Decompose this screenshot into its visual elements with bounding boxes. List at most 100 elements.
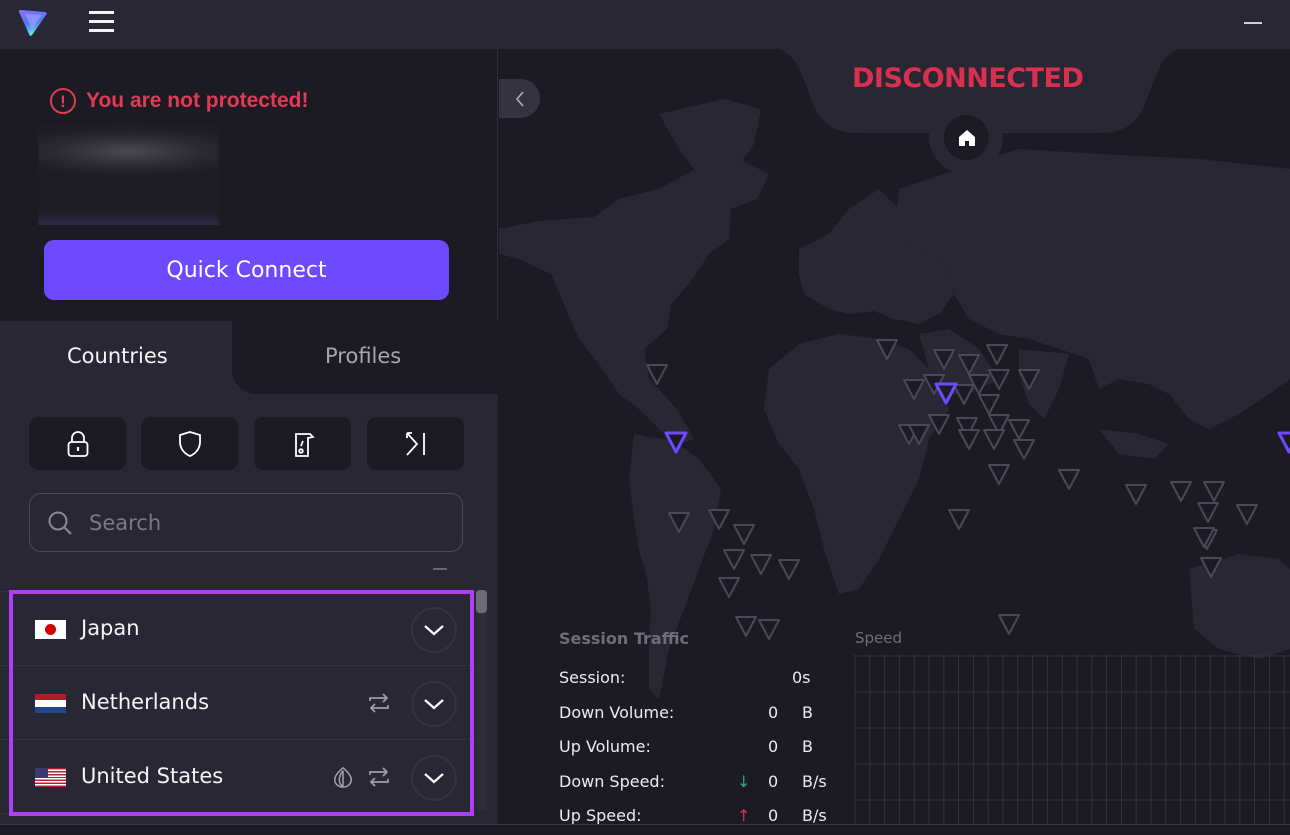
kill-switch-filter-button[interactable]: [254, 417, 351, 470]
tor-icon: [333, 766, 353, 788]
traffic-row-up-speed: Up Speed: ↑ 0 B/s: [559, 806, 839, 824]
server-marker[interactable]: [1058, 469, 1080, 490]
chevron-down-icon: [424, 625, 444, 636]
traffic-unit: B/s: [802, 772, 827, 791]
secure-core-filter-button[interactable]: [29, 417, 126, 470]
expand-button[interactable]: [411, 607, 457, 653]
server-marker-highlighted[interactable]: [1277, 431, 1290, 454]
traffic-label: Down Speed:: [559, 772, 665, 791]
country-row-netherlands[interactable]: Netherlands: [0, 666, 476, 740]
down-arrow-icon: ↓: [737, 772, 751, 791]
server-marker[interactable]: [758, 619, 780, 640]
server-marker[interactable]: [750, 554, 772, 575]
traffic-value: 0s: [792, 668, 811, 687]
minimize-icon: [1244, 22, 1262, 24]
expand-button[interactable]: [411, 681, 457, 727]
server-marker[interactable]: [733, 524, 755, 545]
flag-netherlands-icon: [35, 694, 66, 713]
up-arrow-icon: ↑: [737, 806, 751, 824]
server-marker[interactable]: [735, 616, 757, 637]
alert-text: You are not protected!: [86, 89, 309, 112]
port-forwarding-filter-button[interactable]: [367, 417, 464, 470]
chevron-down-icon: [424, 699, 444, 710]
server-marker[interactable]: [988, 464, 1010, 485]
traffic-row-down-volume: Down Volume: 0 B: [559, 703, 839, 725]
minimize-button[interactable]: [1242, 16, 1264, 30]
server-marker[interactable]: [718, 577, 740, 598]
traffic-label: Down Volume:: [559, 703, 675, 722]
country-row-united-states[interactable]: United States: [0, 740, 476, 814]
collapse-sidebar-button[interactable]: [499, 79, 540, 118]
chevron-left-icon: [515, 90, 524, 107]
country-name: United States: [81, 764, 224, 788]
search-box[interactable]: [29, 493, 463, 552]
server-marker[interactable]: [953, 384, 975, 405]
connection-status: DISCONNECTED: [852, 63, 1084, 94]
server-marker[interactable]: [998, 614, 1020, 635]
server-marker[interactable]: [983, 429, 1005, 450]
server-marker[interactable]: [1197, 502, 1219, 523]
country-row-japan[interactable]: Japan: [0, 592, 476, 666]
scrollbar-thumb[interactable]: [476, 590, 487, 613]
traffic-value: 0: [768, 806, 779, 824]
server-marker[interactable]: [1236, 504, 1258, 525]
traffic-value: 0: [768, 737, 779, 756]
server-marker[interactable]: [723, 549, 745, 570]
ip-address-blurred: [38, 123, 219, 225]
speed-graph: [854, 655, 1290, 824]
lock-icon: [67, 430, 88, 457]
chevron-down-icon: [424, 773, 444, 784]
session-traffic-title: Session Traffic: [559, 629, 690, 648]
traffic-label: Up Volume:: [559, 737, 651, 756]
server-marker[interactable]: [778, 559, 800, 580]
speed-graph-title: Speed: [855, 629, 903, 647]
country-name: Japan: [81, 616, 140, 640]
netshield-filter-button[interactable]: [141, 417, 238, 470]
quick-connect-button[interactable]: Quick Connect: [44, 240, 449, 300]
traffic-row-down-speed: Down Speed: ↓ 0 B/s: [559, 772, 839, 794]
traffic-label: Session:: [559, 668, 626, 687]
flag-united-states-icon: [35, 768, 66, 787]
tab-profiles[interactable]: Profiles: [325, 344, 401, 368]
server-marker[interactable]: [1125, 484, 1147, 505]
server-marker[interactable]: [978, 394, 1000, 415]
server-marker[interactable]: [1008, 419, 1030, 440]
traffic-value: 0: [768, 772, 779, 791]
proton-vpn-logo: [18, 10, 47, 36]
p2p-icon: [369, 767, 389, 787]
server-marker[interactable]: [1013, 439, 1035, 460]
server-marker[interactable]: [948, 509, 970, 530]
country-name: Netherlands: [81, 690, 210, 714]
traffic-label: Up Speed:: [559, 806, 642, 824]
not-protected-alert: ! You are not protected!: [50, 88, 308, 114]
list-scrollbar[interactable]: [476, 590, 487, 810]
home-icon: [958, 129, 975, 146]
country-list: Japan Netherlands United States: [0, 591, 476, 814]
menu-button[interactable]: [89, 11, 115, 33]
map-area: DISCONNECTED Session Traffic Session: 0s…: [499, 49, 1290, 824]
server-marker[interactable]: [986, 344, 1008, 365]
expand-button[interactable]: [411, 755, 457, 801]
server-marker[interactable]: [1203, 481, 1225, 502]
divider: [433, 568, 447, 570]
search-icon: [48, 511, 72, 535]
bottom-border: [0, 824, 1290, 835]
kill-switch-icon: [294, 432, 315, 457]
search-input[interactable]: [89, 510, 419, 535]
traffic-unit: B: [802, 737, 813, 756]
home-button[interactable]: [944, 115, 989, 160]
server-marker[interactable]: [958, 429, 980, 450]
exclamation-circle-icon: !: [50, 88, 76, 114]
title-bar: [0, 0, 1290, 49]
traffic-unit: B/s: [802, 806, 827, 824]
port-forwarding-icon: [405, 431, 425, 456]
p2p-icon: [369, 693, 389, 713]
traffic-row-up-volume: Up Volume: 0 B: [559, 737, 839, 759]
tab-countries[interactable]: Countries: [67, 344, 168, 368]
traffic-row-session: Session: 0s: [559, 668, 839, 690]
traffic-unit: B: [802, 703, 813, 722]
shield-icon: [178, 430, 201, 457]
server-marker[interactable]: [1170, 481, 1192, 502]
flag-japan-icon: [35, 620, 66, 639]
traffic-value: 0: [768, 703, 779, 722]
